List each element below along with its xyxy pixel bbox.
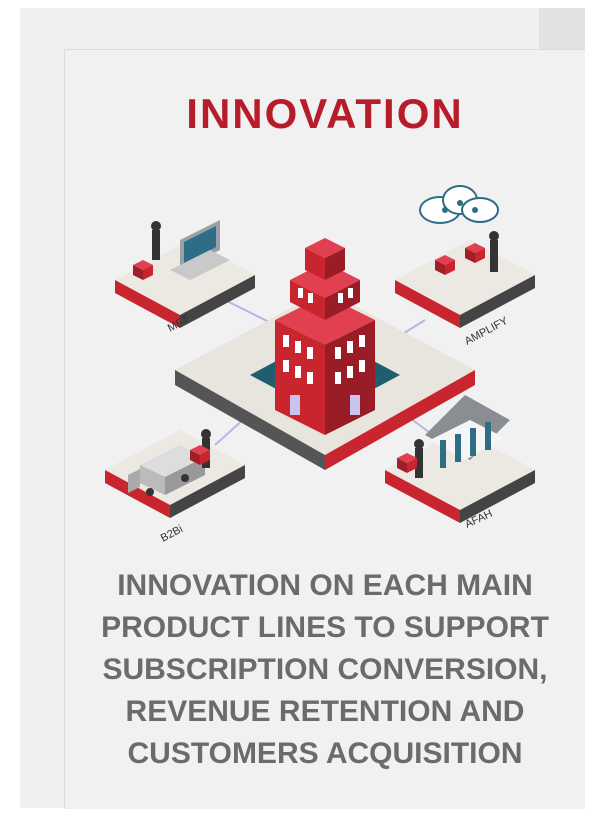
caption: INNOVATION ON EACH MAIN PRODUCT LINES TO… (65, 565, 585, 775)
caption-line: PRODUCT LINES TO SUPPORT (101, 611, 549, 644)
caption-line: INNOVATION ON EACH MAIN (117, 569, 533, 602)
caption-line: REVENUE RETENTION AND (125, 695, 525, 728)
cloud-icon (419, 185, 499, 224)
mft-platform: MFT (115, 220, 255, 335)
b2bi-label: B2Bi (159, 523, 185, 545)
b2bi-platform: B2Bi (105, 429, 245, 545)
innovation-illustration: MFT AMPLIFY B2Bi AFAH (105, 185, 535, 545)
amplify-platform: AMPLIFY (395, 185, 535, 348)
card-title: INNOVATION (186, 90, 464, 137)
caption-line: SUBSCRIPTION CONVERSION, (102, 653, 548, 686)
caption-line: CUSTOMERS ACQUISITION (127, 737, 523, 770)
central-tower (275, 238, 375, 435)
innovation-card: INNOVATION MFT AMPLIFY B2Bi AFAH INNOVAT… (64, 49, 585, 809)
corner-tab (539, 8, 585, 52)
